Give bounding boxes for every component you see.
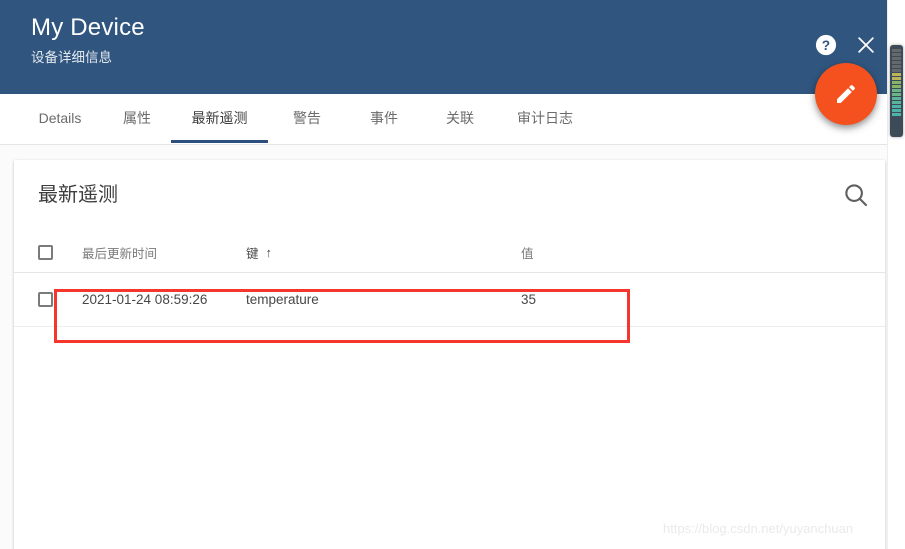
table-row[interactable]: 2021-01-24 08:59:26 temperature 35 (14, 273, 885, 327)
svg-text:?: ? (822, 38, 830, 53)
page-header: My Device 设备详细信息 ? (0, 0, 905, 94)
card-title: 最新遥测 (38, 184, 118, 206)
tab-relations[interactable]: 关联 (427, 94, 493, 143)
column-label: 值 (521, 246, 534, 261)
help-circle-icon[interactable]: ? (815, 34, 837, 56)
column-label: 键 (246, 246, 259, 261)
tab-alarms[interactable]: 警告 (274, 94, 340, 143)
cell-value: 35 (521, 292, 537, 307)
tab-label: 关联 (446, 110, 474, 126)
search-icon[interactable] (841, 180, 871, 210)
tab-attributes[interactable]: 属性 (104, 94, 170, 143)
edit-fab-button[interactable] (815, 63, 877, 125)
device-details-page: My Device 设备详细信息 ? Details 属性 最新遥测 警告 事件… (0, 0, 905, 549)
select-all-cell (38, 232, 68, 272)
tab-label: 审计日志 (517, 110, 573, 126)
tab-label: 最新遥测 (191, 110, 248, 126)
tab-audit-logs[interactable]: 审计日志 (497, 94, 593, 143)
header-title-block: My Device 设备详细信息 (31, 13, 145, 67)
sort-ascending-icon: ↑ (265, 244, 273, 260)
tab-events[interactable]: 事件 (351, 94, 417, 143)
column-label: 最后更新时间 (82, 246, 158, 261)
close-icon[interactable] (855, 34, 877, 56)
select-all-checkbox[interactable] (38, 244, 53, 260)
tab-label: 警告 (293, 110, 321, 126)
tab-label: Details (38, 110, 82, 126)
page-subtitle: 设备详细信息 (31, 50, 112, 65)
vertical-scrollbar-thumb[interactable] (890, 45, 903, 137)
cell-last-update-time: 2021-01-24 08:59:26 (82, 292, 208, 307)
row-select-cell (38, 273, 68, 326)
tab-bar: Details 属性 最新遥测 警告 事件 关联 审计日志 (0, 94, 905, 145)
table-header-row: 最后更新时间 键 ↑ 值 (14, 232, 885, 273)
telemetry-card: 最新遥测 最后更新时间 键 ↑ 值 2021-01-24 08:59:26 te… (14, 160, 885, 549)
telemetry-table: 最后更新时间 键 ↑ 值 2021-01-24 08:59:26 tempera… (14, 232, 885, 327)
vertical-scrollbar-track[interactable] (887, 0, 905, 549)
column-header-key[interactable]: 键 ↑ (246, 232, 506, 272)
tab-active-indicator (171, 140, 268, 143)
column-header-value[interactable]: 值 (521, 232, 821, 272)
tab-details[interactable]: Details (20, 94, 100, 143)
cell-key: temperature (246, 292, 319, 307)
card-header: 最新遥测 (14, 160, 885, 232)
watermark-text: https://blog.csdn.net/yuyanchuan (663, 521, 854, 536)
tab-label: 属性 (123, 110, 151, 126)
scrollbar-minimap (892, 49, 901, 133)
tab-latest-telemetry[interactable]: 最新遥测 (171, 94, 268, 143)
row-checkbox[interactable] (38, 292, 53, 307)
page-title: My Device (31, 14, 145, 41)
tab-label: 事件 (370, 110, 398, 126)
pencil-icon (837, 84, 856, 103)
column-header-last-update-time[interactable]: 最后更新时间 (82, 232, 242, 272)
